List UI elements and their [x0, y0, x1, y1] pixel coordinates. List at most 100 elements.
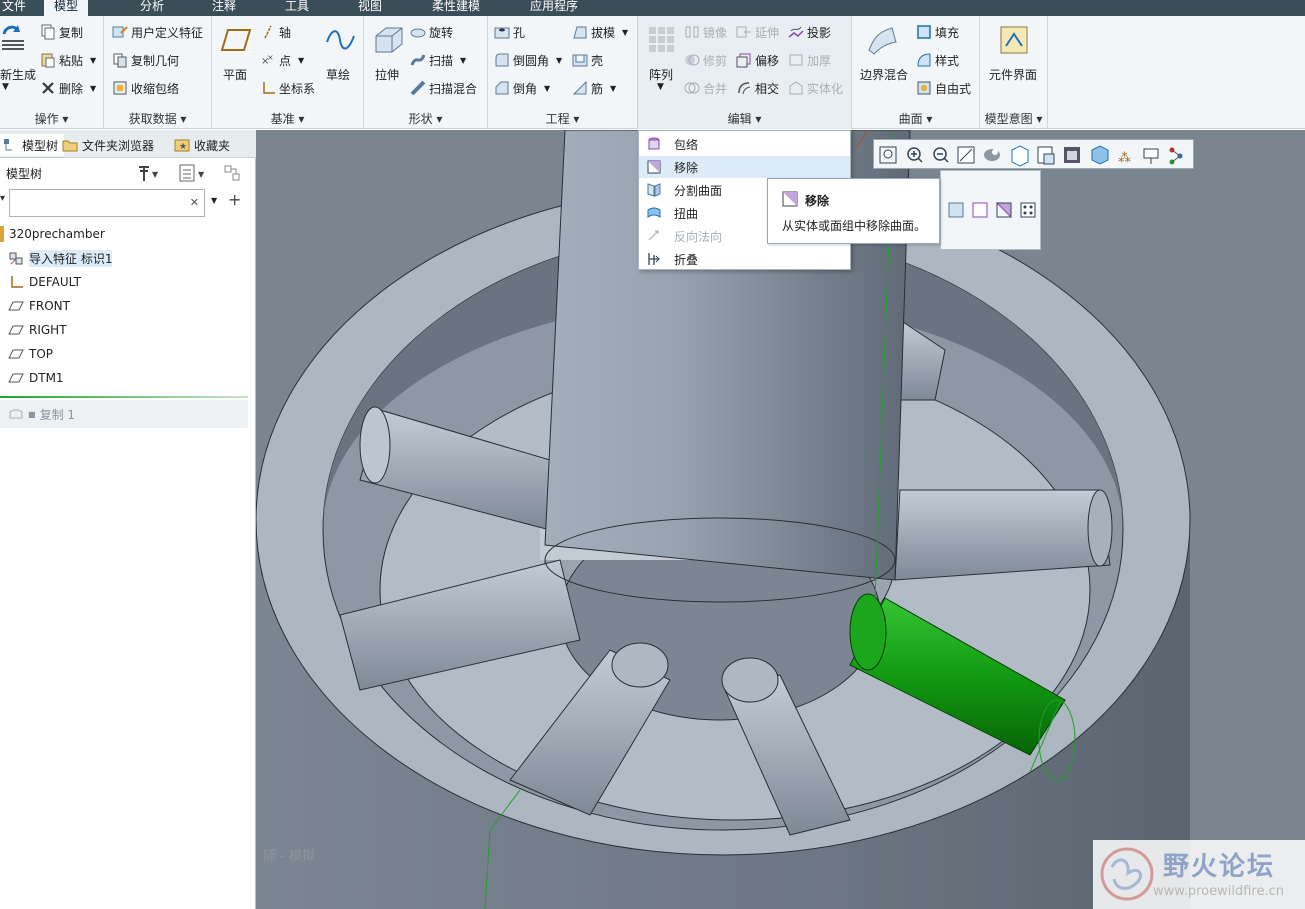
chevron-down-icon[interactable]: ▼: [556, 56, 562, 65]
delete-button[interactable]: 删除 ▼: [40, 78, 96, 98]
project-button[interactable]: 投影: [788, 22, 831, 42]
tab-flexible-modeling[interactable]: 柔性建模: [432, 0, 480, 16]
zoom-in-icon[interactable]: [907, 147, 923, 163]
group-label-shapes[interactable]: 形状 ▾: [364, 110, 487, 127]
chevron-down-icon[interactable]: ▼: [657, 82, 664, 92]
chevron-down-icon[interactable]: ▼: [622, 28, 628, 37]
tree-item-import-feature[interactable]: 导入特征 标识1: [8, 247, 113, 269]
component-interface-button[interactable]: 元件界面: [989, 66, 1037, 83]
chevron-down-icon[interactable]: ▾: [0, 193, 5, 204]
copy-button[interactable]: 复制: [40, 22, 83, 42]
revolve-button[interactable]: 旋转: [410, 22, 453, 42]
menu-item-remove[interactable]: 移除: [639, 156, 850, 178]
datum-display-icon[interactable]: ⁂: [1118, 151, 1131, 166]
group-label-surfaces[interactable]: 曲面 ▾: [852, 110, 979, 127]
chevron-down-icon[interactable]: ▼: [90, 56, 96, 65]
pattern-icon[interactable]: [1020, 202, 1036, 218]
chevron-down-icon[interactable]: ▼: [610, 84, 616, 93]
tree-item-copy-1[interactable]: ■ 复制 1: [0, 400, 248, 428]
view-menu-icon[interactable]: [1169, 147, 1183, 165]
group-label-model-intent[interactable]: 模型意图 ▾: [980, 110, 1047, 127]
refit-icon[interactable]: [879, 146, 897, 164]
tree-item-default-csys[interactable]: DEFAULT: [8, 271, 81, 293]
swept-blend-button[interactable]: 扫描混合: [410, 78, 477, 98]
chevron-down-icon[interactable]: ▼: [460, 56, 466, 65]
udf-button[interactable]: 用户定义特征: [112, 22, 203, 42]
rib-button[interactable]: 筋 ▼: [572, 78, 616, 98]
surface-icon[interactable]: [948, 202, 964, 218]
tab-annotate[interactable]: 注释: [212, 0, 236, 16]
add-icon[interactable]: +: [228, 190, 241, 209]
plane-button[interactable]: 平面: [223, 66, 247, 83]
shrinkwrap-button[interactable]: 收缩包络: [112, 78, 179, 98]
search-input[interactable]: [14, 190, 184, 214]
tree-item-dtm1[interactable]: DTM1: [8, 367, 64, 389]
repaint-icon[interactable]: [957, 146, 975, 164]
offset-icon[interactable]: [972, 202, 988, 218]
intersect-button[interactable]: 相交: [736, 78, 779, 98]
sketch-button[interactable]: 草绘: [326, 66, 350, 83]
tab-folder-browser[interactable]: 文件夹浏览器: [62, 134, 154, 156]
extrude-button[interactable]: 拉伸: [375, 66, 399, 83]
chevron-down-icon[interactable]: ▼: [90, 84, 96, 93]
search-field[interactable]: ✕: [9, 189, 205, 217]
mirror-button[interactable]: 镜像: [684, 22, 727, 42]
chamfer-button[interactable]: 倒角 ▼: [494, 78, 550, 98]
remove-icon[interactable]: [995, 202, 1012, 219]
annotation-display-icon[interactable]: [1143, 148, 1159, 164]
trim-button[interactable]: 修剪: [684, 50, 727, 70]
round-button[interactable]: 倒圆角 ▼: [494, 50, 562, 70]
group-label-editing[interactable]: 编辑 ▾: [638, 110, 851, 127]
copy-geometry-button[interactable]: 复制几何: [112, 50, 179, 70]
paste-button[interactable]: 粘贴 ▼: [40, 50, 96, 70]
chevron-down-icon[interactable]: ▼: [2, 82, 9, 92]
tree-item-right[interactable]: RIGHT: [8, 319, 67, 341]
zoom-out-icon[interactable]: [933, 147, 949, 163]
perspective-icon[interactable]: [1064, 147, 1080, 163]
tab-applications[interactable]: 应用程序: [530, 0, 578, 16]
tree-item-root[interactable]: 320prechamber: [0, 223, 105, 245]
saved-views-icon[interactable]: [1011, 145, 1029, 167]
spin-center-icon[interactable]: [1091, 145, 1109, 165]
draft-button[interactable]: 拔模 ▼: [572, 22, 628, 42]
menu-item-fold[interactable]: 折叠: [639, 248, 850, 270]
chevron-down-icon[interactable]: ▼: [211, 196, 217, 205]
csys-button[interactable]: 坐标系: [260, 78, 315, 98]
group-label-engineering[interactable]: 工程 ▾: [488, 110, 637, 127]
tree-item-top[interactable]: TOP: [8, 343, 53, 365]
tree-item-front[interactable]: FRONT: [8, 295, 70, 317]
menu-item-wrap[interactable]: 包络: [639, 133, 850, 155]
hole-button[interactable]: 孔: [494, 22, 525, 42]
tab-tools[interactable]: 工具: [285, 0, 309, 16]
solidify-button[interactable]: 实体化: [788, 78, 843, 98]
tab-favorites[interactable]: ★ 收藏夹: [174, 134, 230, 156]
shell-button[interactable]: 壳: [572, 50, 603, 70]
tab-analysis[interactable]: 分析: [140, 0, 164, 16]
merge-button[interactable]: 合并: [684, 78, 727, 98]
fill-button[interactable]: 填充: [916, 22, 959, 42]
extend-button[interactable]: 延伸: [736, 22, 779, 42]
axis-button[interactable]: 轴: [260, 22, 291, 42]
tab-view[interactable]: 视图: [358, 0, 382, 16]
regenerate-button[interactable]: 新生成: [0, 66, 36, 83]
thicken-button[interactable]: 加厚: [788, 50, 831, 70]
point-button[interactable]: × × 点 ▼: [260, 50, 304, 70]
pattern-button[interactable]: 阵列: [649, 66, 673, 83]
settings-icon[interactable]: ▼: [136, 163, 160, 186]
boundary-blend-button[interactable]: 边界混合: [860, 66, 908, 83]
tab-model[interactable]: 模型: [44, 0, 89, 17]
view-manager-icon[interactable]: [1037, 146, 1055, 165]
tree-columns-icon[interactable]: ▼: [178, 163, 208, 186]
sweep-button[interactable]: 扫描 ▼: [410, 50, 466, 70]
tab-model-tree[interactable]: 模型树: [0, 134, 65, 156]
tree-filter-icon[interactable]: [222, 163, 244, 186]
tab-file[interactable]: 文件: [2, 0, 26, 16]
clear-icon[interactable]: ✕: [190, 196, 199, 209]
group-label-operations[interactable]: 操作 ▾: [0, 110, 103, 127]
display-style-icon[interactable]: [984, 149, 1000, 161]
chevron-down-icon[interactable]: ▼: [298, 56, 304, 65]
group-label-get-data[interactable]: 获取数据 ▾: [104, 110, 211, 127]
group-label-datum[interactable]: 基准 ▾: [212, 110, 363, 127]
style-button[interactable]: 样式: [916, 50, 959, 70]
chevron-down-icon[interactable]: ▼: [544, 84, 550, 93]
